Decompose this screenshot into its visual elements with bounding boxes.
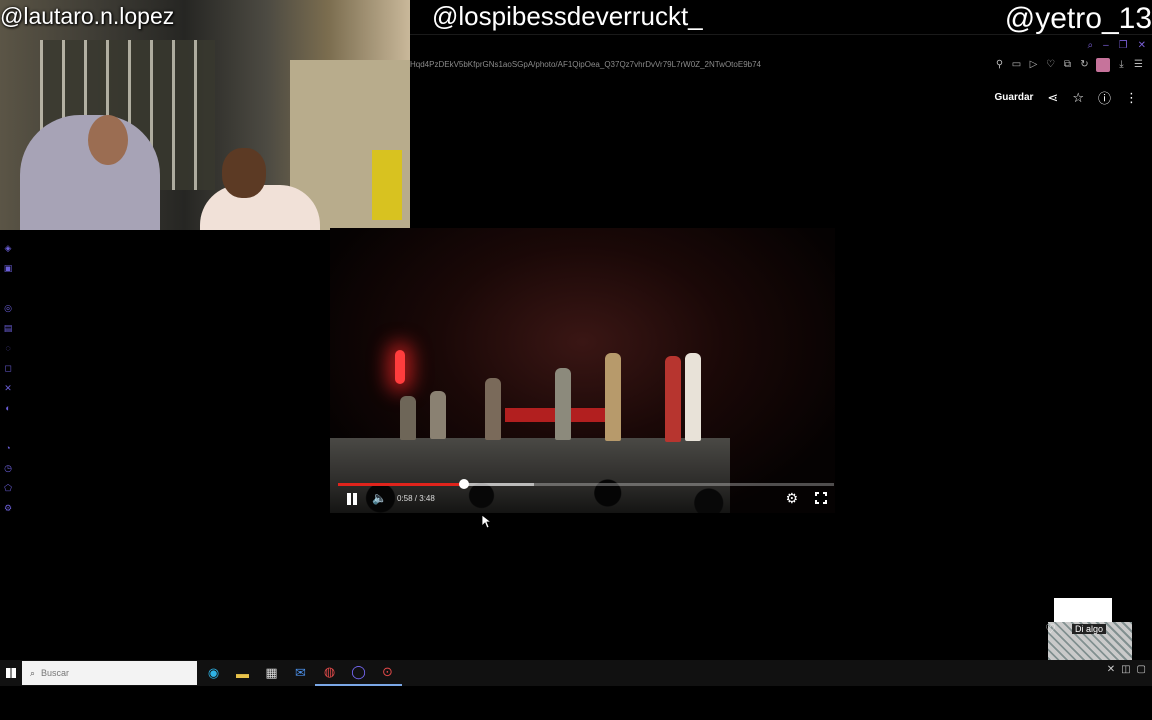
- webcam-yellow-object: [372, 150, 402, 220]
- windows-taskbar: ⌕ Buscar ◉ ▬ ▦ ✉ ◍ ◯ ⊙ ✕ ◫ ▢: [0, 660, 1152, 686]
- actor: [430, 391, 446, 439]
- actor: [485, 378, 501, 440]
- search-icon[interactable]: ⌕: [1087, 40, 1093, 51]
- info-icon[interactable]: ⓘ: [1098, 88, 1111, 107]
- search-icon: ⌕: [30, 667, 36, 678]
- heart-icon[interactable]: ♡: [1045, 622, 1056, 636]
- star-icon[interactable]: ☆: [1072, 90, 1084, 106]
- notion-icon[interactable]: ◈: [2, 238, 14, 258]
- left-sidebar-dock: ◈ ▣ ◎ ▤ ◌ ◻ ✕ ◐ ◔ ◷ ⬠ ⚙: [2, 238, 14, 518]
- tray-icon[interactable]: ✕: [1107, 664, 1115, 675]
- streamer-handle-right: @yetro_13: [1004, 2, 1152, 35]
- settings-gear-icon[interactable]: ⚙: [785, 490, 798, 507]
- profile-avatar[interactable]: [1096, 58, 1110, 72]
- obs-icon[interactable]: ◯: [344, 660, 373, 686]
- menu-icon[interactable]: ☰: [1133, 58, 1144, 72]
- save-button[interactable]: Guardar: [995, 92, 1034, 103]
- scrubber-handle[interactable]: [458, 479, 469, 489]
- webcam-person-left-head: [88, 115, 128, 165]
- system-tray: ✕ ◫ ▢: [1107, 664, 1146, 675]
- store-icon[interactable]: ▦: [257, 660, 286, 686]
- time-display: 0:58 / 3:48: [397, 494, 435, 503]
- obs-red-icon[interactable]: ◍: [315, 660, 344, 686]
- streamer-handle-left: @lautaro.n.lopez: [0, 3, 175, 29]
- webcam-person-right-head: [222, 148, 266, 198]
- notification-icon[interactable]: ▢: [1137, 664, 1146, 675]
- actor: [555, 368, 571, 440]
- photo-actions: Guardar ⋖ ☆ ⓘ ⋮: [995, 88, 1138, 107]
- close-icon[interactable]: ✕: [1138, 40, 1146, 51]
- refresh-icon[interactable]: ↻: [1079, 58, 1090, 72]
- twitch-icon[interactable]: ▣: [2, 258, 14, 278]
- actor: [400, 396, 416, 440]
- share-icon[interactable]: ⋖: [1047, 90, 1058, 106]
- messenger-icon[interactable]: ◎: [2, 298, 14, 318]
- screenshot-icon[interactable]: ▭: [1011, 58, 1022, 72]
- pause-icon[interactable]: [346, 492, 358, 506]
- clock-icon[interactable]: ◷: [2, 458, 14, 478]
- address-bar-url[interactable]: Hqd4PzDEkV5bKfprGNs1aoSGpA/photo/AF1QipO…: [410, 60, 761, 69]
- mail-icon[interactable]: ✉: [286, 660, 315, 686]
- history-icon[interactable]: ◔: [2, 438, 14, 458]
- taskbar-apps: ◉ ▬ ▦ ✉ ◍ ◯ ⊙: [199, 660, 402, 686]
- heart-icon[interactable]: ♡: [1045, 58, 1056, 72]
- discord-icon[interactable]: ◐: [2, 398, 14, 418]
- progress-bar[interactable]: [338, 479, 834, 489]
- stage-red-light: [395, 350, 405, 384]
- download-icon[interactable]: ⤓: [1116, 58, 1127, 72]
- start-button[interactable]: [2, 660, 20, 686]
- fullscreen-icon[interactable]: [814, 491, 828, 505]
- window-controls: ⌕ – ❐ ✕: [1087, 40, 1146, 51]
- whatsapp-icon[interactable]: ◌: [2, 338, 14, 358]
- volume-icon[interactable]: 🔈: [372, 491, 387, 505]
- webcam-person-right: [200, 185, 320, 230]
- actor: [685, 353, 701, 441]
- browser-toolbar: ⚲ ▭ ▷ ♡ ⧉ ↻ ⤓ ☰: [994, 58, 1144, 72]
- widget-paper: [1054, 598, 1112, 622]
- chat-prompt[interactable]: Di algo: [1072, 624, 1107, 634]
- windows-logo-icon: [6, 668, 16, 678]
- instagram-icon[interactable]: ◻: [2, 358, 14, 378]
- spacer-2: [2, 418, 14, 438]
- edge-icon[interactable]: ◉: [199, 660, 228, 686]
- recorder-icon[interactable]: ⊙: [373, 660, 402, 686]
- webcam-feed: [0, 0, 410, 230]
- actor: [665, 356, 681, 442]
- played-range: [338, 483, 464, 486]
- streamer-handle-center: @lospibessdeverruckt_: [432, 1, 703, 31]
- twitch-alt-icon[interactable]: ▤: [2, 318, 14, 338]
- video-frame[interactable]: [330, 228, 835, 513]
- restore-icon[interactable]: ❐: [1119, 40, 1128, 51]
- more-options-icon[interactable]: ⋮: [1125, 90, 1138, 106]
- pin-icon[interactable]: ⚲: [994, 58, 1005, 72]
- minimize-icon[interactable]: –: [1103, 40, 1109, 51]
- extensions-icon[interactable]: ⧉: [1062, 58, 1073, 72]
- play-icon[interactable]: ▷: [1028, 58, 1039, 72]
- file-explorer-icon[interactable]: ▬: [228, 660, 257, 686]
- tab-strip-divider: [410, 34, 1152, 35]
- shapes-icon[interactable]: ⬠: [2, 478, 14, 498]
- search-placeholder: Buscar: [41, 668, 70, 678]
- player-controls: 🔈 0:58 / 3:48 ⚙: [338, 490, 834, 508]
- taskbar-search[interactable]: ⌕ Buscar: [22, 661, 197, 685]
- bottom-letterbox: [0, 686, 1152, 720]
- actor: [605, 353, 621, 441]
- settings-icon[interactable]: ⚙: [2, 498, 14, 518]
- network-icon[interactable]: ◫: [1121, 664, 1130, 675]
- x-icon[interactable]: ✕: [2, 378, 14, 398]
